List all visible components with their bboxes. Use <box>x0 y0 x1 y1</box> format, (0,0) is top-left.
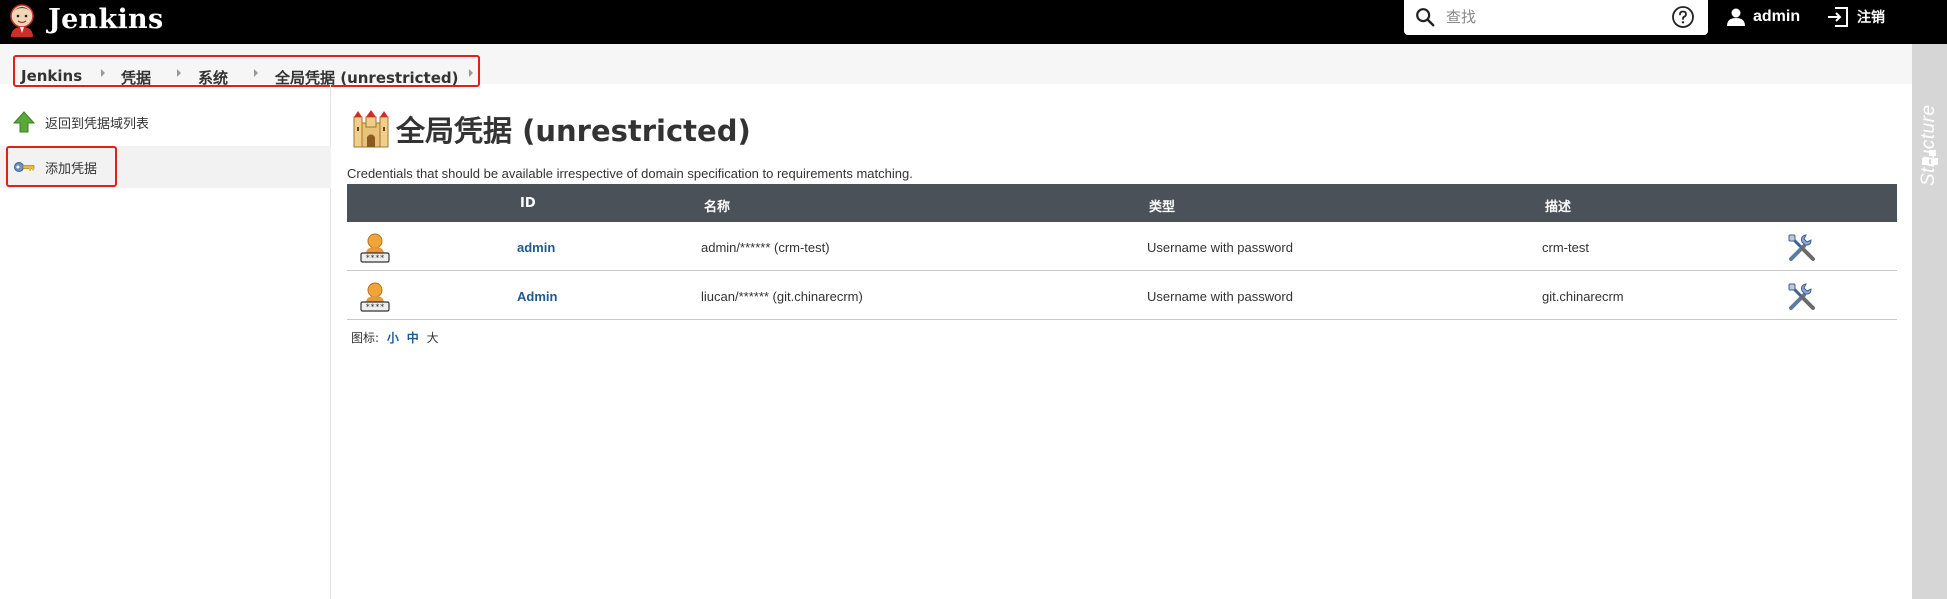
column-header-id[interactable]: ID <box>520 196 536 211</box>
icon-size-large: 大 <box>426 331 439 345</box>
castle-icon <box>353 110 389 148</box>
column-header-description[interactable]: 描述 <box>1545 196 1571 215</box>
breadcrumb-separator-icon[interactable] <box>101 69 105 77</box>
page-title: 全局凭据 (unrestricted) <box>352 107 751 151</box>
user-name: admin <box>1753 8 1801 25</box>
credential-type: Username with password <box>1147 240 1293 255</box>
credential-name: admin/****** (crm-test) <box>701 240 830 255</box>
credential-description: crm-test <box>1542 240 1589 255</box>
top-header: Jenkins admin 注销 <box>0 0 1947 44</box>
credential-user-icon: **** <box>360 233 390 263</box>
structure-label: Structure <box>1918 104 1939 186</box>
credentials-table: ID 名称 类型 描述 **** admin admin/****** (crm… <box>347 184 1897 320</box>
sidebar-item-back-to-domains[interactable]: 返回到凭据域列表 <box>0 103 331 141</box>
search-icon <box>1416 8 1435 27</box>
column-header-name[interactable]: 名称 <box>704 196 730 215</box>
table-row: **** Admin liucan/****** (git.chinarecrm… <box>347 271 1897 320</box>
user-menu-link[interactable]: admin <box>1726 4 1800 30</box>
jenkins-logo-link[interactable]: Jenkins <box>6 0 163 40</box>
sidebar-item-label: 返回到凭据域列表 <box>45 116 150 132</box>
breadcrumb-separator-icon[interactable] <box>469 69 473 77</box>
credential-id-link[interactable]: Admin <box>517 289 557 304</box>
configure-icon[interactable] <box>1787 282 1817 312</box>
credential-id-link[interactable]: admin <box>517 240 555 255</box>
icon-size-small-link[interactable]: 小 <box>387 331 399 345</box>
logout-link[interactable]: 注销 <box>1826 4 1885 30</box>
icon-size-selector: 图标: 小 中 大 <box>351 329 439 346</box>
credential-type: Username with password <box>1147 289 1293 304</box>
breadcrumb-separator-icon[interactable] <box>177 69 181 77</box>
search-box <box>1404 0 1708 35</box>
page-title-text: 全局凭据 (unrestricted) <box>396 114 751 148</box>
user-icon <box>1727 8 1745 26</box>
jenkins-butler-icon <box>10 4 34 37</box>
breadcrumb-item-jenkins[interactable]: Jenkins <box>21 67 82 85</box>
help-icon[interactable] <box>1671 5 1695 29</box>
svg-text:****: **** <box>365 303 384 312</box>
highlight-box <box>6 146 117 187</box>
up-arrow-icon <box>13 111 35 133</box>
table-header: ID 名称 类型 描述 <box>347 184 1897 222</box>
table-row: **** admin admin/****** (crm-test) Usern… <box>347 222 1897 271</box>
breadcrumb: Jenkins 凭据 系统 全局凭据 (unrestricted) <box>13 55 480 87</box>
structure-icon <box>1922 150 1938 165</box>
credential-user-icon: **** <box>360 282 390 312</box>
structure-panel-toggle[interactable]: Structure <box>1912 44 1947 599</box>
column-header-type[interactable]: 类型 <box>1149 196 1175 215</box>
logout-icon <box>1828 7 1848 27</box>
page-description: Credentials that should be available irr… <box>347 166 913 181</box>
credential-description: git.chinarecrm <box>1542 289 1624 304</box>
credential-name: liucan/****** (git.chinarecrm) <box>701 289 863 304</box>
logout-label: 注销 <box>1857 10 1885 26</box>
icon-size-medium-link[interactable]: 中 <box>407 331 419 345</box>
svg-text:****: **** <box>365 254 384 263</box>
breadcrumb-separator-icon[interactable] <box>254 69 258 77</box>
icon-size-label: 图标: <box>351 331 380 345</box>
jenkins-logo-text: Jenkins <box>48 4 164 35</box>
configure-icon[interactable] <box>1787 233 1817 263</box>
search-input[interactable] <box>1446 5 1666 29</box>
